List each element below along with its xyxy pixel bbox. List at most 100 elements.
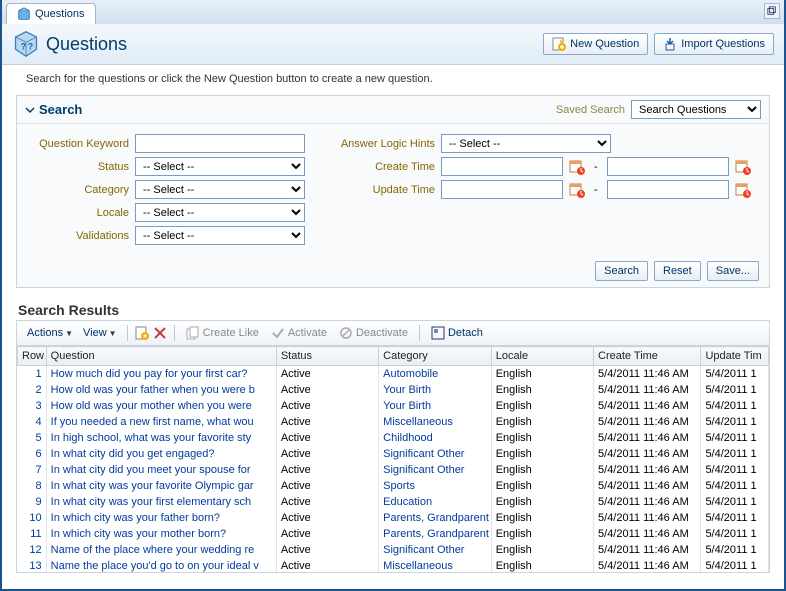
question-cell[interactable]: Name of the place where your wedding re	[46, 542, 276, 558]
question-cell[interactable]: How much did you pay for your first car?	[46, 366, 276, 383]
label-answer-logic: Answer Logic Hints	[335, 138, 435, 150]
status-cell: Active	[276, 430, 378, 446]
category-cell[interactable]: Your Birth	[379, 398, 492, 414]
delete-icon[interactable]	[152, 325, 168, 341]
row-num: 3	[18, 398, 47, 414]
question-cell[interactable]: How old was your mother when you were	[46, 398, 276, 414]
update-time-to[interactable]	[607, 180, 729, 199]
update-time-from[interactable]	[441, 180, 563, 199]
category-cell[interactable]: Parents, Grandparent	[379, 526, 492, 542]
update-time-cell: 5/4/2011 1	[701, 446, 769, 462]
calendar-icon[interactable]	[735, 159, 751, 175]
question-cell[interactable]: If you needed a new first name, what wou	[46, 414, 276, 430]
table-row[interactable]: 1How much did you pay for your first car…	[18, 366, 769, 383]
column-header[interactable]: Category	[379, 347, 492, 366]
table-row[interactable]: 10In which city was your father born?Act…	[18, 510, 769, 526]
table-row[interactable]: 3How old was your mother when you wereAc…	[18, 398, 769, 414]
table-row[interactable]: 11In which city was your mother born?Act…	[18, 526, 769, 542]
table-row[interactable]: 5In high school, what was your favorite …	[18, 430, 769, 446]
locale-select[interactable]: -- Select --	[135, 203, 305, 222]
question-cell[interactable]: In high school, what was your favorite s…	[46, 430, 276, 446]
category-cell[interactable]: Significant Other	[379, 542, 492, 558]
row-num: 12	[18, 542, 47, 558]
column-header[interactable]: Status	[276, 347, 378, 366]
save-button[interactable]: Save...	[707, 261, 759, 281]
restore-icon[interactable]	[764, 3, 780, 19]
answer-logic-select[interactable]: -- Select --	[441, 134, 611, 153]
locale-cell: English	[491, 542, 593, 558]
table-row[interactable]: 7In what city did you meet your spouse f…	[18, 462, 769, 478]
table-scroll[interactable]: RowQuestionStatusCategoryLocaleCreate Ti…	[17, 346, 769, 572]
create-time-to[interactable]	[607, 157, 729, 176]
keyword-input[interactable]	[135, 134, 305, 153]
column-header[interactable]: Row	[18, 347, 47, 366]
table-row[interactable]: 6In what city did you get engaged?Active…	[18, 446, 769, 462]
question-cell[interactable]: In what city was your first elementary s…	[46, 494, 276, 510]
create-time-cell: 5/4/2011 11:46 AM	[594, 382, 701, 398]
locale-cell: English	[491, 478, 593, 494]
results-table: RowQuestionStatusCategoryLocaleCreate Ti…	[16, 345, 770, 573]
import-questions-button[interactable]: Import Questions	[654, 33, 774, 55]
create-time-cell: 5/4/2011 11:46 AM	[594, 542, 701, 558]
question-cell[interactable]: In which city was your father born?	[46, 510, 276, 526]
status-select[interactable]: -- Select --	[135, 157, 305, 176]
column-header[interactable]: Question	[46, 347, 276, 366]
category-cell[interactable]: Significant Other	[379, 446, 492, 462]
actions-menu[interactable]: Actions ▼	[23, 325, 77, 341]
reset-button[interactable]: Reset	[654, 261, 701, 281]
create-time-cell: 5/4/2011 11:46 AM	[594, 462, 701, 478]
question-cell[interactable]: In what city did you get engaged?	[46, 446, 276, 462]
collapse-icon[interactable]	[25, 105, 35, 115]
deactivate-button[interactable]: Deactivate	[334, 324, 413, 342]
table-row[interactable]: 2How old was your father when you were b…	[18, 382, 769, 398]
new-icon[interactable]	[134, 325, 150, 341]
results-toolbar: Actions ▼ View ▼ Create Like Activate De…	[16, 320, 770, 345]
question-cell[interactable]: How old was your father when you were b	[46, 382, 276, 398]
create-time-from[interactable]	[441, 157, 563, 176]
status-cell: Active	[276, 558, 378, 572]
category-cell[interactable]: Significant Other	[379, 462, 492, 478]
create-like-button[interactable]: Create Like	[181, 324, 264, 342]
update-time-cell: 5/4/2011 1	[701, 430, 769, 446]
question-cell[interactable]: Name the place you'd go to on your ideal…	[46, 558, 276, 572]
category-cell[interactable]: Your Birth	[379, 382, 492, 398]
category-cell[interactable]: Miscellaneous	[379, 414, 492, 430]
column-header[interactable]: Create Time	[594, 347, 701, 366]
table-row[interactable]: 12Name of the place where your wedding r…	[18, 542, 769, 558]
status-cell: Active	[276, 542, 378, 558]
table-row[interactable]: 13Name the place you'd go to on your ide…	[18, 558, 769, 572]
view-menu[interactable]: View ▼	[79, 325, 121, 341]
category-cell[interactable]: Parents, Grandparent	[379, 510, 492, 526]
table-row[interactable]: 8In what city was your favorite Olympic …	[18, 478, 769, 494]
label-validations: Validations	[29, 230, 129, 242]
search-title: Search	[39, 102, 82, 117]
new-question-button[interactable]: New Question	[543, 33, 648, 55]
question-cell[interactable]: In which city was your mother born?	[46, 526, 276, 542]
category-select[interactable]: -- Select --	[135, 180, 305, 199]
calendar-icon[interactable]	[569, 182, 585, 198]
update-time-cell: 5/4/2011 1	[701, 526, 769, 542]
tab-questions[interactable]: Questions	[6, 3, 96, 24]
search-button[interactable]: Search	[595, 261, 648, 281]
update-time-cell: 5/4/2011 1	[701, 558, 769, 572]
validations-select[interactable]: -- Select --	[135, 226, 305, 245]
column-header[interactable]: Locale	[491, 347, 593, 366]
category-cell[interactable]: Education	[379, 494, 492, 510]
category-cell[interactable]: Sports	[379, 478, 492, 494]
calendar-icon[interactable]	[569, 159, 585, 175]
category-cell[interactable]: Automobile	[379, 366, 492, 383]
tab-bar: Questions	[2, 0, 784, 24]
table-row[interactable]: 9In what city was your first elementary …	[18, 494, 769, 510]
new-icon	[552, 37, 566, 51]
question-cell[interactable]: In what city was your favorite Olympic g…	[46, 478, 276, 494]
category-cell[interactable]: Miscellaneous	[379, 558, 492, 572]
category-cell[interactable]: Childhood	[379, 430, 492, 446]
saved-search-select[interactable]: Search Questions	[631, 100, 761, 119]
table-row[interactable]: 4If you needed a new first name, what wo…	[18, 414, 769, 430]
question-cell[interactable]: In what city did you meet your spouse fo…	[46, 462, 276, 478]
detach-button[interactable]: Detach	[426, 324, 488, 342]
activate-button[interactable]: Activate	[266, 324, 332, 342]
column-header[interactable]: Update Tim	[701, 347, 769, 366]
calendar-icon[interactable]	[735, 182, 751, 198]
page-header: ?? Questions New Question Import Questio…	[2, 24, 784, 65]
